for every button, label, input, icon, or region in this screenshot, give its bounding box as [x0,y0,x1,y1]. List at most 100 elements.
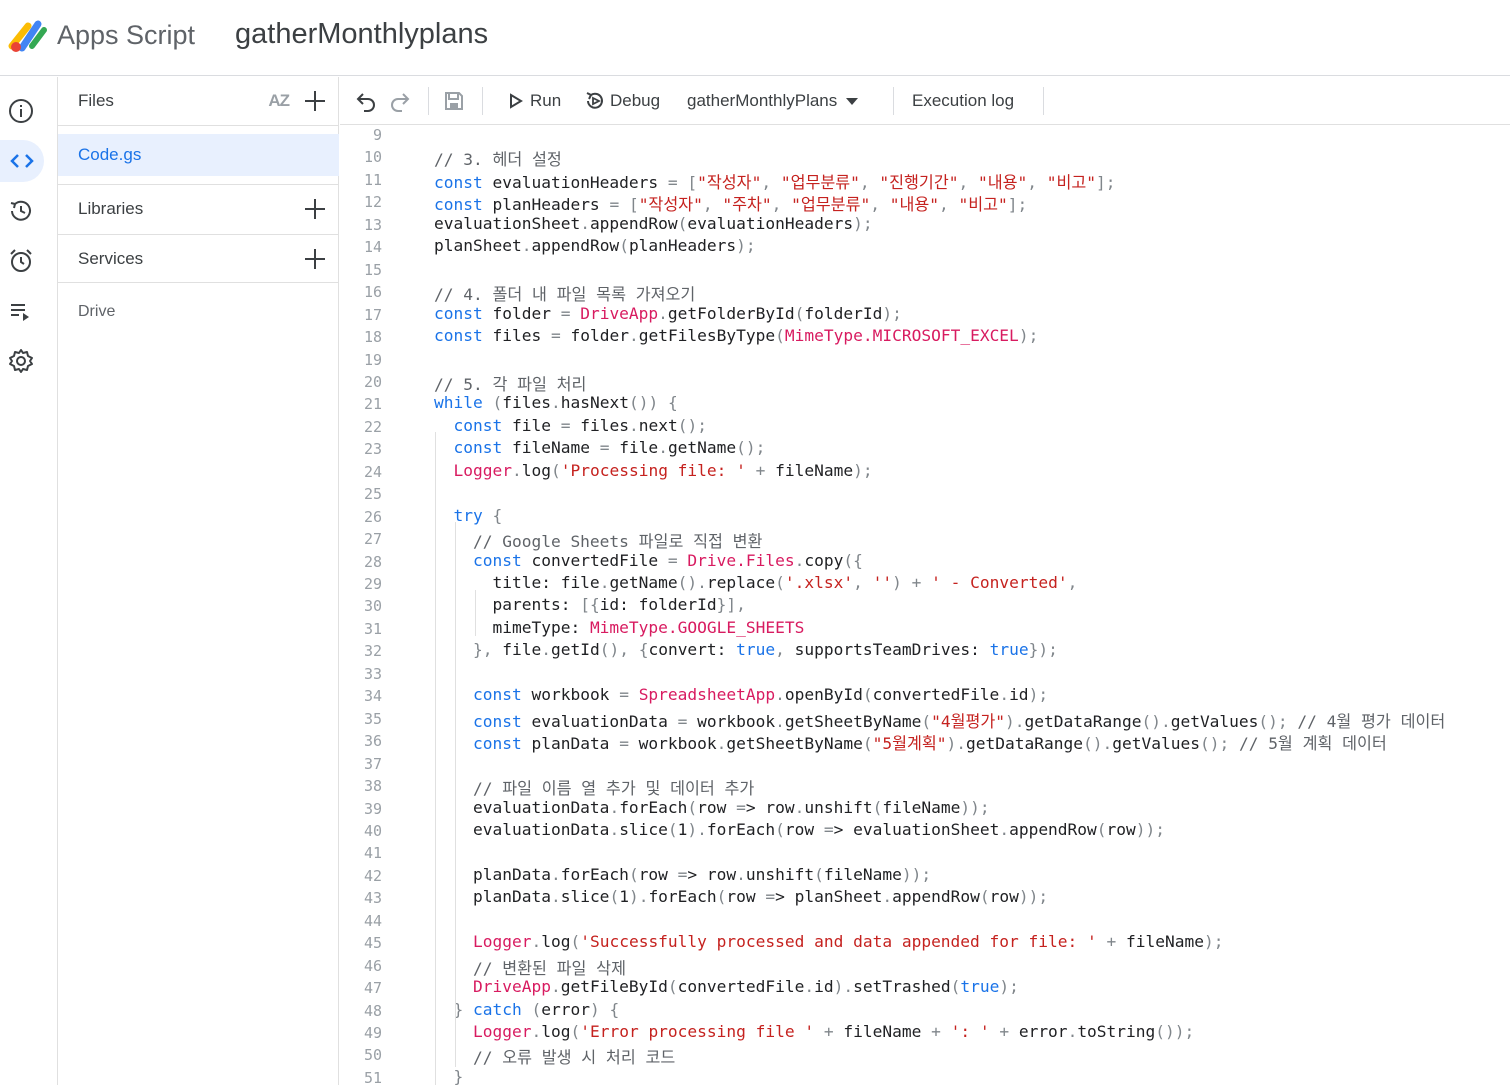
line-number: 32 [363,642,382,661]
editor-button[interactable] [0,140,44,182]
code-line[interactable]: planData.slice(1).forEach(row => planShe… [434,887,1048,906]
code-line[interactable]: const fileName = file.getName(); [434,438,766,457]
code-line[interactable]: evaluationData.forEach(row => row.unshif… [434,798,990,817]
code-line[interactable]: const workbook = SpreadsheetApp.openById… [434,685,1048,704]
code-line[interactable]: const file = files.next(); [434,416,707,435]
line-number: 42 [363,866,382,885]
editor-toolbar: Run Debug gatherMonthlyPlans Execution l… [340,77,1510,125]
code-line[interactable]: } catch (error) { [434,1000,620,1019]
add-service-icon[interactable] [303,247,327,271]
execution-log-button[interactable]: Execution log [912,77,1014,125]
libraries-header[interactable]: Libraries [58,185,339,233]
function-select[interactable]: gatherMonthlyPlans [687,77,861,125]
line-number: 26 [363,507,382,526]
alarm-icon [10,249,32,272]
services-header[interactable]: Services [58,235,339,283]
line-number: 36 [363,732,382,751]
files-panel: Files AZ Code.gs Libraries Services Driv… [58,77,339,1085]
line-number: 11 [363,170,382,189]
save-icon [445,92,463,110]
code-line[interactable]: const evaluationData = workbook.getSheet… [434,708,1445,732]
code-line[interactable]: }, file.getId(), {convert: true, support… [434,640,1058,659]
line-number: 46 [363,956,382,975]
sort-az-icon[interactable]: AZ [268,91,290,111]
line-number: 35 [363,709,382,728]
line-number: 18 [363,328,382,347]
file-name: Code.gs [78,145,142,164]
code-line[interactable]: Logger.log('Error processing file ' + fi… [434,1022,1194,1041]
code-line[interactable]: DriveApp.getFileById(convertedFile.id).s… [434,977,1019,996]
add-file-icon[interactable] [303,89,327,113]
triggers-button[interactable] [0,240,42,282]
code-line[interactable]: planData.forEach(row => row.unshift(file… [434,865,931,884]
line-number: 13 [363,215,382,234]
code-editor[interactable]: 9 10 11 12 13 14 15 16 17 18 19 20 21 22 23 24 25 26 27 28 2… [340,126,1510,1085]
file-item-code-gs[interactable]: Code.gs [58,134,339,176]
code-line[interactable]: const convertedFile = Drive.Files.copy({ [434,551,863,570]
line-number: 30 [363,597,382,616]
apps-script-logo[interactable] [8,16,50,54]
overview-button[interactable] [0,90,42,132]
play-icon [510,93,523,109]
line-number: 24 [363,462,382,481]
line-number: 33 [363,664,382,683]
line-number: 25 [363,485,382,504]
divider [58,282,339,283]
logs-button[interactable] [0,290,42,332]
line-number: 38 [363,777,382,796]
project-title[interactable]: gatherMonthlyplans [235,18,488,51]
executions-button[interactable] [0,190,42,232]
code-line[interactable]: } [434,1067,464,1085]
line-number: 43 [363,889,382,908]
line-number: 44 [363,911,382,930]
line-number-gutter: 9 10 11 12 13 14 15 16 17 18 19 20 21 22 23 24 25 26 27 28 2… [340,126,415,1085]
code-line[interactable]: // 파일 이름 열 추가 및 데이터 추가 [434,775,754,799]
line-number: 31 [363,619,382,638]
service-item-drive[interactable]: Drive [58,289,339,335]
code-line[interactable]: // 오류 발생 시 처리 코드 [434,1044,675,1068]
line-number: 14 [363,238,382,257]
code-line[interactable]: while (files.hasNext()) { [434,393,678,412]
redo-button[interactable] [388,77,412,125]
line-number: 41 [363,844,382,863]
run-button[interactable]: Run [506,77,561,125]
code-line[interactable]: try { [434,506,503,525]
code-line[interactable]: // Google Sheets 파일로 직접 변환 [434,528,762,552]
save-button[interactable] [442,77,466,125]
line-number: 27 [363,530,382,549]
code-line[interactable]: planSheet.appendRow(planHeaders); [434,236,756,255]
code-line[interactable]: evaluationSheet.appendRow(evaluationHead… [434,214,873,233]
debug-button[interactable]: Debug [584,77,660,125]
code-line[interactable]: Logger.log('Successfully processed and d… [434,932,1223,951]
undo-button[interactable] [354,77,378,125]
indent-guide [475,590,476,636]
code-line[interactable]: // 3. 헤더 설정 [434,146,562,170]
add-library-icon[interactable] [303,197,327,221]
line-number: 16 [363,283,382,302]
code-line[interactable]: mimeType: MimeType.GOOGLE_SHEETS [434,618,804,637]
code-line[interactable]: parents: [{id: folderId}], [434,595,745,614]
line-number: 12 [363,193,382,212]
code-line[interactable]: Logger.log('Processing file: ' + fileNam… [434,461,873,480]
code-line[interactable]: const evaluationHeaders = ["작성자", "업무분류"… [434,169,1116,193]
line-number: 39 [363,799,382,818]
code-line[interactable]: title: file.getName().replace('.xlsx', '… [434,573,1077,592]
code-line[interactable]: const planData = workbook.getSheetByName… [434,730,1387,754]
code-line[interactable]: const folder = DriveApp.getFolderById(fo… [434,304,902,323]
code-line[interactable]: const files = folder.getFilesByType(Mime… [434,326,1038,345]
divider [58,125,339,126]
code-line[interactable]: // 4. 폴더 내 파일 목록 가져오기 [434,281,695,305]
code-line[interactable]: // 변환된 파일 삭제 [434,955,626,979]
line-number: 50 [363,1046,382,1065]
line-number: 19 [363,350,382,369]
app-name[interactable]: Apps Script [57,20,195,51]
code-line[interactable]: const planHeaders = ["작성자", "주차", "업무분류"… [434,191,1027,215]
files-header: Files AZ [58,77,339,125]
settings-button[interactable] [0,340,42,382]
left-nav-rail [0,77,58,1085]
toolbar-separator [893,87,894,115]
line-number: 22 [363,417,382,436]
service-name: Drive [78,303,116,320]
code-line[interactable]: // 5. 각 파일 처리 [434,371,586,395]
code-line[interactable]: evaluationData.slice(1).forEach(row => e… [434,820,1165,839]
